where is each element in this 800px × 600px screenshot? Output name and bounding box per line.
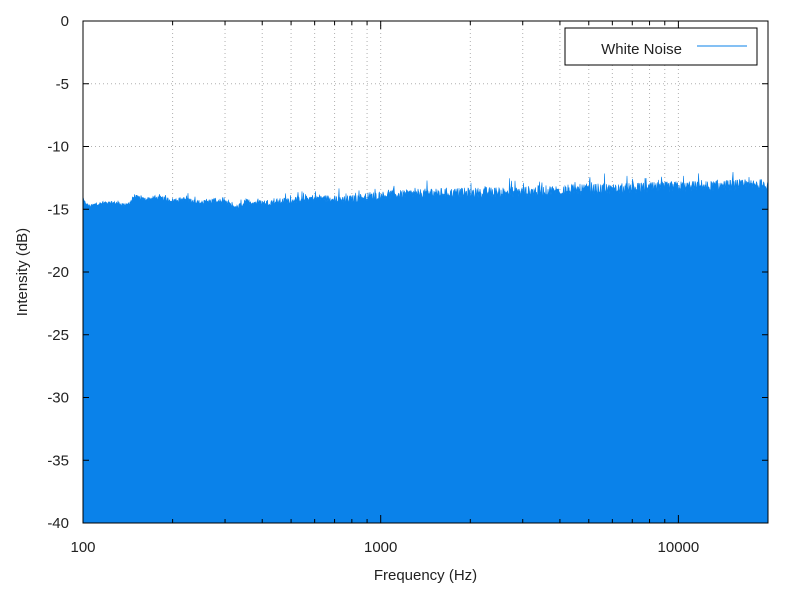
y-tick-label: -35 [47,452,69,469]
legend-label: White Noise [601,41,682,58]
y-tick-label: -30 [47,390,69,407]
x-tick-label: 100 [70,539,95,556]
white-noise-area [82,171,769,524]
white-noise-series [82,171,769,524]
y-tick-label: -25 [47,327,69,344]
y-tick-label: -40 [47,515,69,532]
y-tick-label: -15 [47,201,69,218]
y-tick-label: -20 [47,264,69,281]
y-tick-label: 0 [61,13,69,30]
x-tick-label: 10000 [658,539,700,556]
y-tick-label: -10 [47,139,69,156]
frequency-chart: 0 -5 -10 -15 -20 -25 -30 -35 -40 100 1000 10000 Fr… [14,13,769,584]
legend: White Noise [564,27,758,66]
x-axis-title: Frequency (Hz) [374,567,477,584]
y-tick-label: -5 [56,76,69,93]
y-axis-title: Intensity (dB) [14,228,31,316]
x-tick-label: 1000 [364,539,397,556]
